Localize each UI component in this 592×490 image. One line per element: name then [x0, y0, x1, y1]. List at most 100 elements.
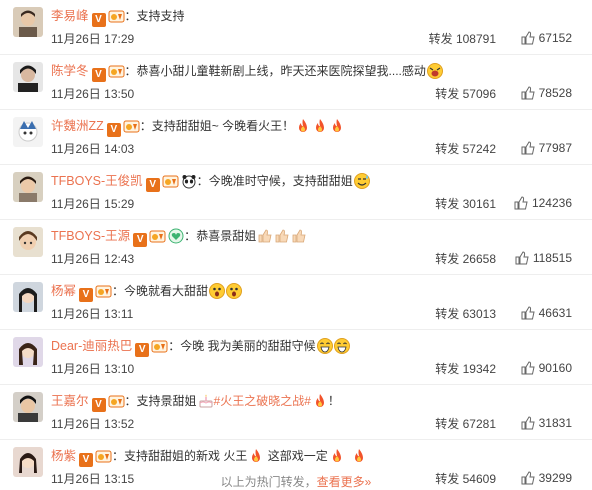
laughing-emoji-icon	[333, 338, 350, 354]
repost-button[interactable]: 转发 19342	[435, 361, 496, 377]
vip-badge-icon[interactable]	[149, 229, 166, 243]
comment-text: 支持甜甜姐的新戏 火王	[124, 449, 248, 463]
user-name[interactable]: 杨紫	[51, 449, 76, 463]
repost-count: 30161	[462, 197, 496, 211]
fire-emoji-icon	[316, 119, 325, 132]
like-button[interactable]: 78528	[521, 85, 572, 101]
verified-badge: V	[91, 13, 106, 27]
user-name[interactable]: 王嘉尔	[51, 394, 89, 408]
timestamp[interactable]: 11月26日 13:11	[51, 306, 133, 322]
repost-count: 26658	[462, 252, 496, 266]
timestamp[interactable]: 11月26日 13:10	[51, 361, 134, 377]
repost-button[interactable]: 转发 26658	[435, 251, 496, 267]
user-name[interactable]: 许魏洲ZZ	[51, 119, 104, 133]
vip-badge-icon[interactable]	[151, 339, 168, 353]
thumb-up-icon	[521, 31, 535, 45]
comment-text: 今晚 我为美丽的甜甜守候	[180, 339, 316, 353]
list-item: Dear-迪丽热巴 V ：今晚 我为美丽的甜甜守候 11月26日 13:10 转发 …	[0, 330, 592, 385]
verified-badge: V	[91, 68, 106, 82]
list-item: 杨幂 V ：今晚就看大甜甜 11月26日 13:11 转发 63013 46631	[0, 275, 592, 330]
verified-badge: V	[135, 343, 150, 357]
thumb-up-icon	[515, 251, 529, 265]
repost-count: 57096	[462, 87, 496, 101]
user-name[interactable]: 陈学冬	[51, 64, 89, 78]
repost-button[interactable]: 转发 108791	[429, 31, 496, 47]
like-button[interactable]: 67152	[521, 30, 572, 46]
like-button[interactable]: 118515	[515, 250, 572, 266]
thumb-up-icon	[521, 361, 535, 375]
sweat-smile-emoji-icon	[353, 173, 370, 189]
vip-badge-icon[interactable]	[162, 174, 179, 188]
comment-text: 今晚准时守候，支持甜甜姐	[208, 174, 353, 188]
vip-badge-icon[interactable]	[95, 284, 112, 298]
thumb-up-icon	[514, 196, 528, 210]
vip-badge-icon[interactable]	[95, 449, 112, 463]
repost-count: 108791	[455, 32, 496, 46]
like-count: 46631	[538, 306, 572, 320]
timestamp[interactable]: 11月26日 17:29	[51, 31, 134, 47]
comment-text: 恭喜小甜儿童鞋新剧上线，昨天还来医院探望我....感动	[136, 64, 426, 78]
timestamp[interactable]: 11月26日 14:03	[51, 141, 134, 157]
list-item: 王嘉尔 V ：支持景甜姐 #火王之破晓之战#！ 11月26日 13:52 转发 672…	[0, 385, 592, 440]
repost-button[interactable]: 转发 67281	[435, 416, 496, 432]
avatar[interactable]	[13, 282, 43, 312]
user-name[interactable]: TFBOYS-王俊凯	[51, 174, 143, 188]
repost-count: 63013	[462, 307, 496, 321]
repost-button[interactable]: 转发 63013	[435, 306, 496, 322]
shocked-emoji-icon	[209, 283, 226, 299]
topic-hashtag-link[interactable]: #火王之破晓之战#	[214, 394, 311, 408]
avatar[interactable]	[13, 227, 43, 257]
avatar[interactable]	[13, 7, 43, 37]
like-button[interactable]: 90160	[521, 360, 572, 376]
like-button[interactable]: 31831	[521, 415, 572, 431]
like-count: 118515	[532, 251, 572, 265]
vip-badge-icon[interactable]	[108, 9, 125, 23]
footer-text: 以上为热门转发，	[220, 475, 317, 489]
comment-text: 恭喜景甜姐	[196, 229, 257, 243]
avatar[interactable]	[13, 117, 43, 147]
user-name[interactable]: TFBOYS-王源	[51, 229, 130, 243]
comment-text-tail: ！	[327, 394, 340, 408]
avatar[interactable]	[13, 337, 43, 367]
fire-emoji-icon	[354, 449, 363, 462]
thumb-up-icon	[521, 86, 535, 100]
repost-button[interactable]: 转发 30161	[435, 196, 496, 212]
like-count: 78528	[538, 86, 572, 100]
verified-badge: V	[133, 233, 148, 247]
repost-button[interactable]: 转发 57242	[435, 141, 496, 157]
fire-emoji-icon	[299, 119, 308, 132]
thumbs-up-emoji-icon	[275, 229, 289, 243]
timestamp[interactable]: 11月26日 15:29	[51, 196, 134, 212]
comment-text: 今晚就看大甜甜	[124, 284, 209, 298]
timestamp[interactable]: 11月26日 12:43	[51, 251, 134, 267]
shocked-emoji-icon	[226, 283, 243, 299]
like-count: 31831	[538, 416, 572, 430]
user-name[interactable]: 李易峰	[51, 9, 89, 23]
comment-text: 支持景甜姐	[136, 394, 197, 408]
fire-emoji-icon	[333, 119, 342, 132]
like-button[interactable]: 46631	[521, 305, 572, 321]
vip-badge-icon[interactable]	[108, 394, 125, 408]
verified-badge: V	[145, 178, 160, 192]
timestamp[interactable]: 11月26日 13:52	[51, 416, 134, 432]
vip-badge-icon[interactable]	[123, 119, 140, 133]
view-more-link[interactable]: 查看更多»	[317, 475, 372, 489]
avatar[interactable]	[13, 172, 43, 202]
avatar[interactable]	[13, 447, 43, 477]
like-button[interactable]: 124236	[514, 195, 572, 211]
list-item: TFBOYS-王俊凯 V ：今晚准时守候，支持甜甜姐 11月26日 15:29 转发…	[0, 165, 592, 220]
repost-button[interactable]: 转发 57096	[435, 86, 496, 102]
repost-count: 19342	[462, 362, 496, 376]
like-button[interactable]: 77987	[521, 140, 572, 156]
thumb-up-icon	[521, 306, 535, 320]
vip-badge-icon[interactable]	[108, 64, 125, 78]
user-name[interactable]: Dear-迪丽热巴	[51, 339, 132, 353]
avatar[interactable]	[13, 392, 43, 422]
comment-text-part2: 这部戏一定	[264, 449, 328, 463]
avatar[interactable]	[13, 62, 43, 92]
user-name[interactable]: 杨幂	[51, 284, 76, 298]
timestamp[interactable]: 11月26日 13:50	[51, 86, 134, 102]
thumbs-up-emoji-icon	[292, 229, 306, 243]
hot-reposts-footer: 以上为热门转发，查看更多»	[0, 474, 592, 490]
like-count: 124236	[531, 196, 572, 210]
